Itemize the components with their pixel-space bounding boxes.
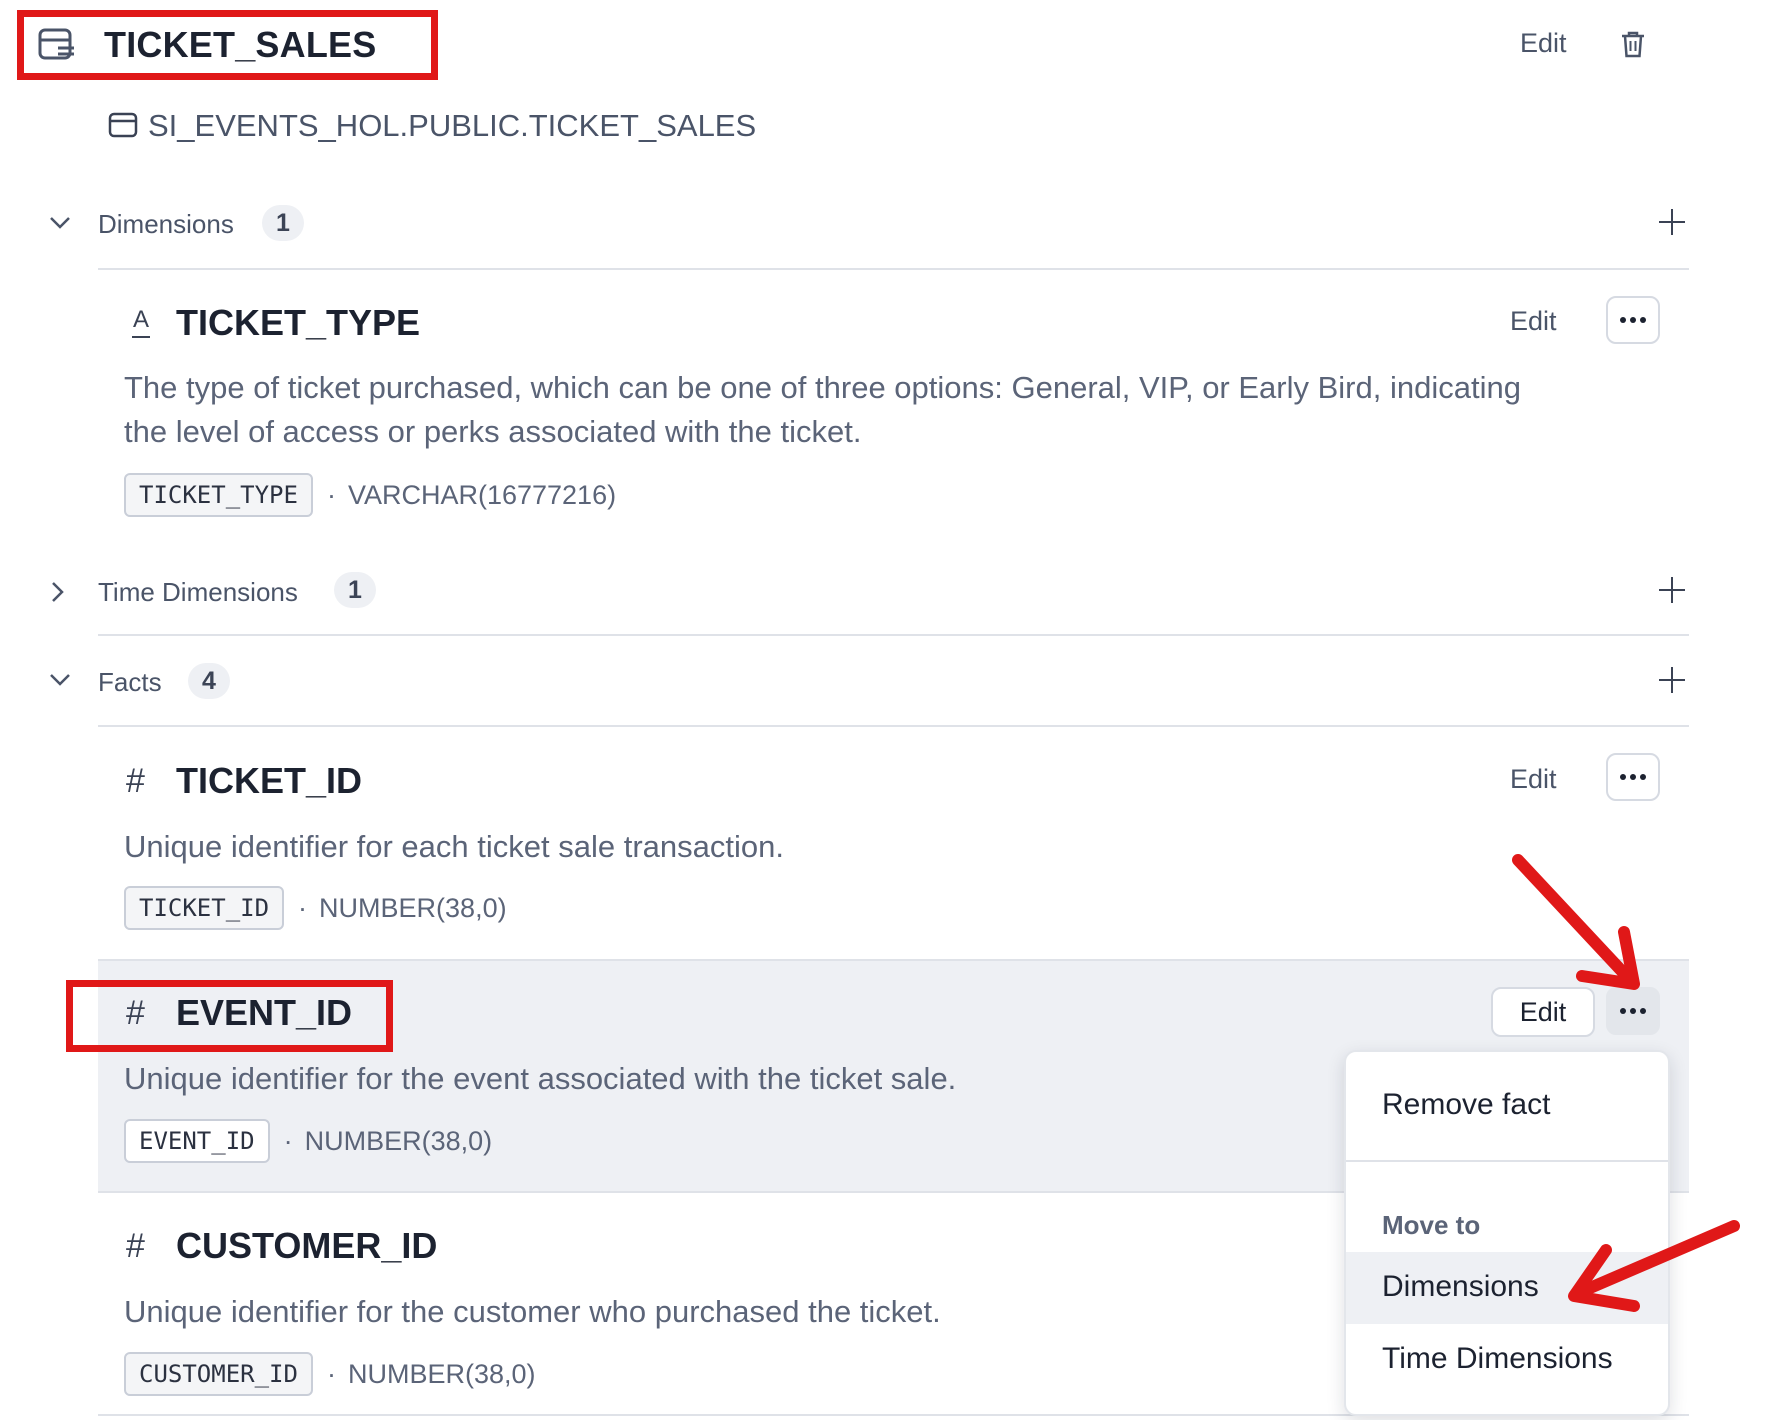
fact-column-row: EVENT_ID · NUMBER(38,0) — [124, 1119, 492, 1163]
datatype-label: VARCHAR(16777216) — [347, 479, 617, 510]
table-title: TICKET_SALES — [104, 24, 377, 65]
hash-icon: # — [126, 1227, 145, 1265]
fact-description: Unique identifier for the event associat… — [124, 1061, 957, 1096]
fact-column-row: TICKET_ID · NUMBER(38,0) — [124, 886, 507, 930]
chevron-down-icon[interactable] — [48, 215, 72, 231]
dimension-item-title: TICKET_TYPE — [176, 302, 421, 343]
menu-item-move-to-dimensions[interactable]: Dimensions — [1382, 1270, 1539, 1304]
menu-divider — [1346, 1160, 1668, 1162]
section-divider — [98, 725, 1689, 727]
menu-item-move-to-time-dimensions[interactable]: Time Dimensions — [1382, 1342, 1613, 1376]
separator-dot: · — [326, 479, 336, 510]
fact-column-row: CUSTOMER_ID · NUMBER(38,0) — [124, 1352, 536, 1396]
datatype-label: NUMBER(38,0) — [304, 1125, 493, 1156]
chevron-down-icon[interactable] — [48, 672, 72, 688]
column-chip: TICKET_ID — [124, 886, 285, 930]
column-chip: EVENT_ID — [124, 1119, 270, 1163]
fact-item-title: CUSTOMER_ID — [176, 1225, 438, 1266]
more-dots-icon[interactable] — [1606, 753, 1660, 801]
separator-dot: · — [298, 892, 308, 923]
dimension-description-line1: The type of ticket purchased, which can … — [124, 370, 1521, 405]
fact-edit-button[interactable]: Edit — [1510, 764, 1557, 795]
dimension-column-row: TICKET_TYPE · VARCHAR(16777216) — [124, 473, 616, 517]
section-time-dimensions-label[interactable]: Time Dimensions — [98, 577, 298, 608]
hash-icon: # — [126, 762, 145, 800]
add-dimension-button[interactable] — [1659, 209, 1685, 235]
dimensions-count-badge: 1 — [262, 205, 304, 241]
table-edit-button[interactable]: Edit — [1520, 28, 1567, 59]
dimension-description: The type of ticket purchased, which can … — [124, 366, 1684, 454]
annotation-arrow-to-menu-button — [1512, 854, 1640, 990]
dimension-edit-button[interactable]: Edit — [1510, 306, 1557, 337]
section-facts-label[interactable]: Facts — [98, 667, 162, 698]
datatype-label: NUMBER(38,0) — [319, 892, 507, 923]
chevron-right-icon[interactable] — [50, 580, 66, 604]
menu-group-move-to: Move to — [1382, 1210, 1481, 1240]
fact-description: Unique identifier for each ticket sale t… — [124, 829, 784, 864]
hash-icon: # — [126, 994, 145, 1032]
section-dimensions-label[interactable]: Dimensions — [98, 209, 234, 240]
column-chip: CUSTOMER_ID — [124, 1352, 313, 1396]
dimension-description-line2: the level of access or perks associated … — [124, 414, 862, 449]
separator-dot: · — [283, 1125, 293, 1156]
menu-item-remove-fact[interactable]: Remove fact — [1382, 1088, 1550, 1122]
text-type-icon: A — [130, 306, 152, 338]
section-divider — [98, 268, 1689, 270]
section-divider — [98, 634, 1689, 636]
add-fact-button[interactable] — [1659, 667, 1685, 693]
column-chip: TICKET_TYPE — [124, 473, 313, 517]
annotation-arrow-to-dimensions — [1568, 1220, 1740, 1312]
table-icon — [38, 28, 74, 60]
trash-icon[interactable] — [1620, 30, 1646, 58]
table-source-path: SI_EVENTS_HOL.PUBLIC.TICKET_SALES — [148, 108, 757, 143]
separator-dot: · — [326, 1358, 336, 1389]
fact-description: Unique identifier for the customer who p… — [124, 1294, 941, 1329]
more-dots-icon[interactable] — [1606, 296, 1660, 344]
datatype-label: NUMBER(38,0) — [347, 1358, 536, 1389]
database-table-icon — [108, 112, 138, 138]
fact-item-title: TICKET_ID — [176, 760, 363, 801]
add-time-dimension-button[interactable] — [1659, 577, 1685, 603]
facts-count-badge: 4 — [188, 663, 230, 699]
fact-item-title: EVENT_ID — [176, 992, 353, 1033]
time-dimensions-count-badge: 1 — [334, 572, 376, 608]
